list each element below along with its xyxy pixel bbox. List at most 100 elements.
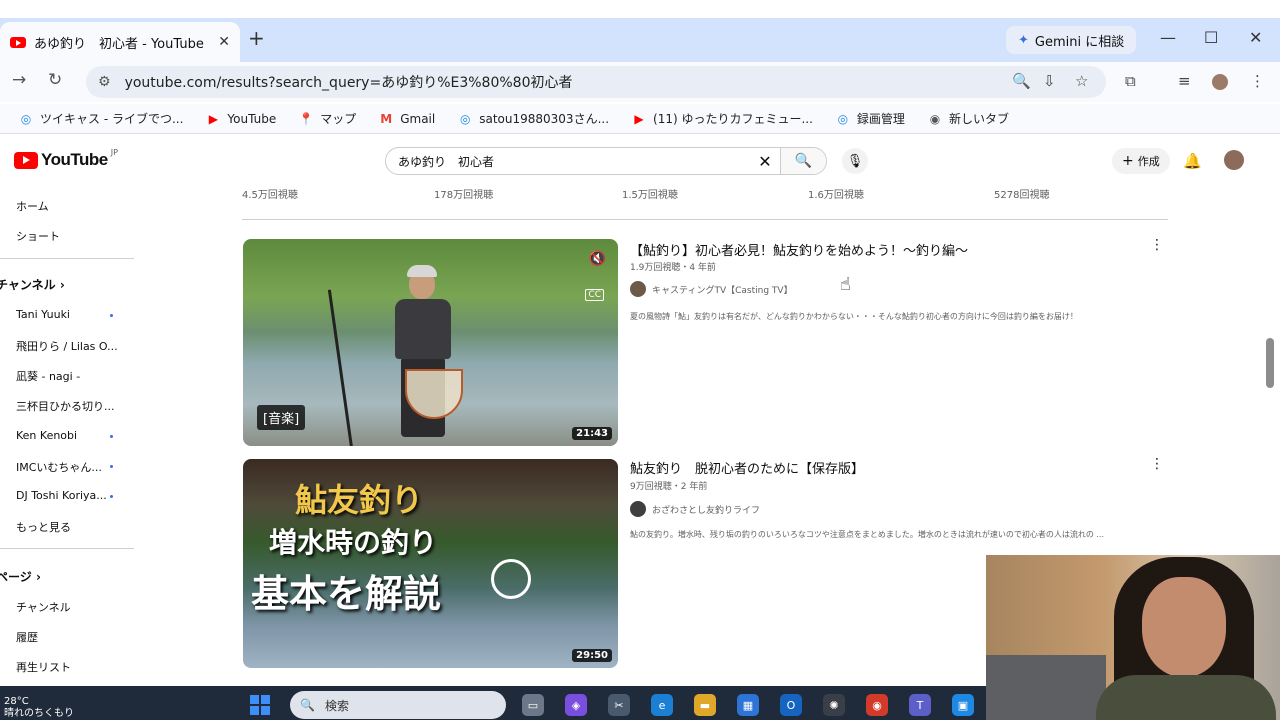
- map-pin-icon: 📍: [298, 111, 314, 126]
- sidebar-item-playlists[interactable]: 再生リスト: [16, 659, 71, 675]
- screen: あゆ釣り 初心者 - YouTube ✕ + ✦ Gemini に相談 — ☐ …: [0, 0, 1280, 720]
- on-air-app-icon[interactable]: ◉: [866, 694, 888, 716]
- channel-link[interactable]: おざわさとし友釣りライフ: [630, 501, 760, 517]
- bookmark-item[interactable]: ◉ 新しいタブ: [927, 110, 1009, 127]
- bookmark-star-icon[interactable]: ☆: [1075, 72, 1088, 90]
- maximize-button[interactable]: ☐: [1204, 28, 1218, 47]
- edge-icon[interactable]: e: [651, 694, 673, 716]
- tab-strip: あゆ釣り 初心者 - YouTube ✕ + ✦ Gemini に相談 — ☐ …: [0, 18, 1280, 62]
- sidebar-item-subscription[interactable]: Tani Yuuki: [16, 308, 70, 321]
- voice-search-button[interactable]: 🎙: [842, 148, 868, 174]
- youtube-favicon-icon: [10, 36, 26, 48]
- youtube-logo[interactable]: YouTube JP: [14, 148, 118, 170]
- sidebar-item-subscription[interactable]: 三杯目ひかる切り...: [16, 398, 115, 414]
- sidebar-section-channels[interactable]: チャンネル ›: [0, 276, 65, 293]
- channel-name: おざわさとし友釣りライフ: [652, 505, 761, 516]
- profile-avatar-icon[interactable]: [1212, 74, 1228, 90]
- new-tab-button[interactable]: +: [248, 26, 265, 50]
- media-controls-icon[interactable]: ≡: [1178, 72, 1191, 90]
- file-explorer-icon[interactable]: ▬: [694, 694, 716, 716]
- sidebar-item-subscription[interactable]: 凪葵 - nagi -: [16, 368, 80, 384]
- sidebar-item-channel[interactable]: チャンネル: [16, 599, 71, 615]
- sidebar-item-subscription[interactable]: Ken Kenobi: [16, 429, 77, 442]
- channel-name: キャスティングTV【Casting TV】: [652, 285, 793, 296]
- copilot-icon[interactable]: ◈: [565, 694, 587, 716]
- bookmark-item[interactable]: M Gmail: [378, 112, 435, 126]
- casting-icon: ◎: [20, 111, 32, 126]
- windows-start-icon[interactable]: [250, 695, 270, 715]
- zoom-icon[interactable]: 🔍: [1012, 72, 1031, 90]
- gemini-label: Gemini に相談: [1034, 34, 1125, 50]
- taskbar-search[interactable]: 🔍 検索: [290, 691, 506, 719]
- scrollbar-thumb[interactable]: [1266, 338, 1274, 388]
- bookmark-item[interactable]: ◎ ツイキャス - ライブでつ...: [18, 110, 184, 127]
- bookmark-item[interactable]: ▶ (11) ゆったりカフェミュー...: [631, 110, 813, 127]
- notifications-bell-icon[interactable]: 🔔: [1183, 152, 1202, 170]
- install-app-icon[interactable]: ⇩: [1043, 72, 1056, 90]
- microphone-icon: 🎙: [846, 153, 864, 169]
- video-description: 鮎の友釣り。増水時、残り垢の釣りのいろいろなコツや注意点をまとめました。増水のと…: [630, 530, 1105, 539]
- new-content-dot: [110, 495, 113, 498]
- channel-link[interactable]: キャスティングTV【Casting TV】: [630, 281, 793, 297]
- gemini-button[interactable]: ✦ Gemini に相談: [1006, 26, 1137, 54]
- video-duration: 21:43: [572, 427, 612, 440]
- bookmark-label: ツイキャス - ライブでつ...: [40, 112, 184, 126]
- snipping-tool-icon[interactable]: ✂: [608, 694, 630, 716]
- weather-widget[interactable]: 28°C 晴れのちくもり: [4, 696, 74, 720]
- webcam-person-face: [1142, 577, 1226, 677]
- video-menu-icon[interactable]: ⋮: [1150, 456, 1164, 472]
- app-icon[interactable]: ▣: [952, 694, 974, 716]
- chatgpt-icon[interactable]: ✺: [823, 694, 845, 716]
- search-icon: 🔍: [300, 698, 315, 712]
- new-content-dot: [110, 435, 113, 438]
- outlook-icon[interactable]: O: [780, 694, 802, 716]
- video-title[interactable]: 【鮎釣り】初心者必見！鮎友釣りを始めよう！～釣り編～: [630, 240, 968, 259]
- create-button[interactable]: + 作成: [1112, 148, 1170, 174]
- bookmark-label: (11) ゆったりカフェミュー...: [653, 112, 813, 126]
- video-thumbnail[interactable]: 鮎友釣り 増水時の釣り 基本を解説 29:50: [243, 459, 618, 668]
- sidebar-item-more[interactable]: もっと見る: [16, 519, 71, 535]
- new-content-dot: [110, 465, 113, 468]
- sidebar-item-subscription[interactable]: DJ Toshi Koriya...: [16, 489, 107, 502]
- channel-avatar: [630, 281, 646, 297]
- sidebar-item-shorts[interactable]: ショート: [16, 228, 60, 244]
- fishing-rod-shape: [327, 289, 354, 446]
- view-count: 1.6万回視聴: [808, 190, 864, 201]
- task-view-icon[interactable]: ▭: [522, 694, 544, 716]
- video-menu-icon[interactable]: ⋮: [1150, 237, 1164, 253]
- sidebar-item-subscription[interactable]: 飛田りら / Lilas O...: [16, 338, 118, 354]
- tab-close-icon[interactable]: ✕: [218, 34, 230, 50]
- reload-icon[interactable]: ↻: [48, 70, 62, 90]
- bookmark-item[interactable]: ◎ satou19880303さん...: [457, 110, 609, 127]
- casting-icon: ◎: [459, 111, 471, 126]
- bookmark-item[interactable]: ▶ YouTube: [205, 112, 276, 126]
- bookmark-item[interactable]: ◎ 録画管理: [835, 110, 905, 127]
- video-title[interactable]: 鮎友釣り 脱初心者のために【保存版】: [630, 458, 864, 477]
- site-info-icon[interactable]: ⚙: [98, 74, 111, 90]
- forward-arrow-icon[interactable]: →: [12, 70, 26, 90]
- sidebar-item-subscription[interactable]: IMCいむちゃん...: [16, 459, 102, 475]
- store-icon[interactable]: ▦: [737, 694, 759, 716]
- teams-icon[interactable]: T: [909, 694, 931, 716]
- video-thumbnail[interactable]: 🔇 CC [音楽] 21:43: [243, 239, 618, 446]
- video-description: 夏の風物詩「鮎」友釣りは有名だが、どんな釣りかわからない・・・そんな鮎釣り初心者…: [630, 312, 1078, 321]
- search-input[interactable]: あゆ釣り 初心者: [386, 153, 750, 170]
- youtube-logo-icon: [14, 151, 38, 169]
- gmail-icon: M: [380, 111, 393, 126]
- browser-tab[interactable]: あゆ釣り 初心者 - YouTube ✕: [0, 22, 240, 62]
- tab-title: あゆ釣り 初心者 - YouTube: [34, 36, 204, 52]
- sidebar-item-history[interactable]: 履歴: [16, 629, 38, 645]
- close-window-button[interactable]: ✕: [1249, 28, 1262, 47]
- clear-search-icon[interactable]: ✕: [750, 152, 780, 171]
- menu-kebab-icon[interactable]: ⋮: [1250, 72, 1265, 90]
- extensions-icon[interactable]: ⧉: [1125, 72, 1136, 90]
- avatar[interactable]: [1224, 150, 1244, 170]
- minimize-button[interactable]: —: [1160, 28, 1176, 47]
- search-button[interactable]: 🔍: [780, 148, 826, 174]
- bookmark-item[interactable]: 📍 マップ: [298, 110, 357, 127]
- youtube-icon: ▶: [634, 111, 644, 126]
- sidebar-item-home[interactable]: ホーム: [16, 198, 49, 214]
- address-bar[interactable]: ⚙ youtube.com/results?search_query=あゆ釣り%…: [86, 66, 1106, 98]
- sidebar-section-page[interactable]: ページ ›: [0, 568, 41, 585]
- mute-icon[interactable]: 🔇: [589, 251, 606, 267]
